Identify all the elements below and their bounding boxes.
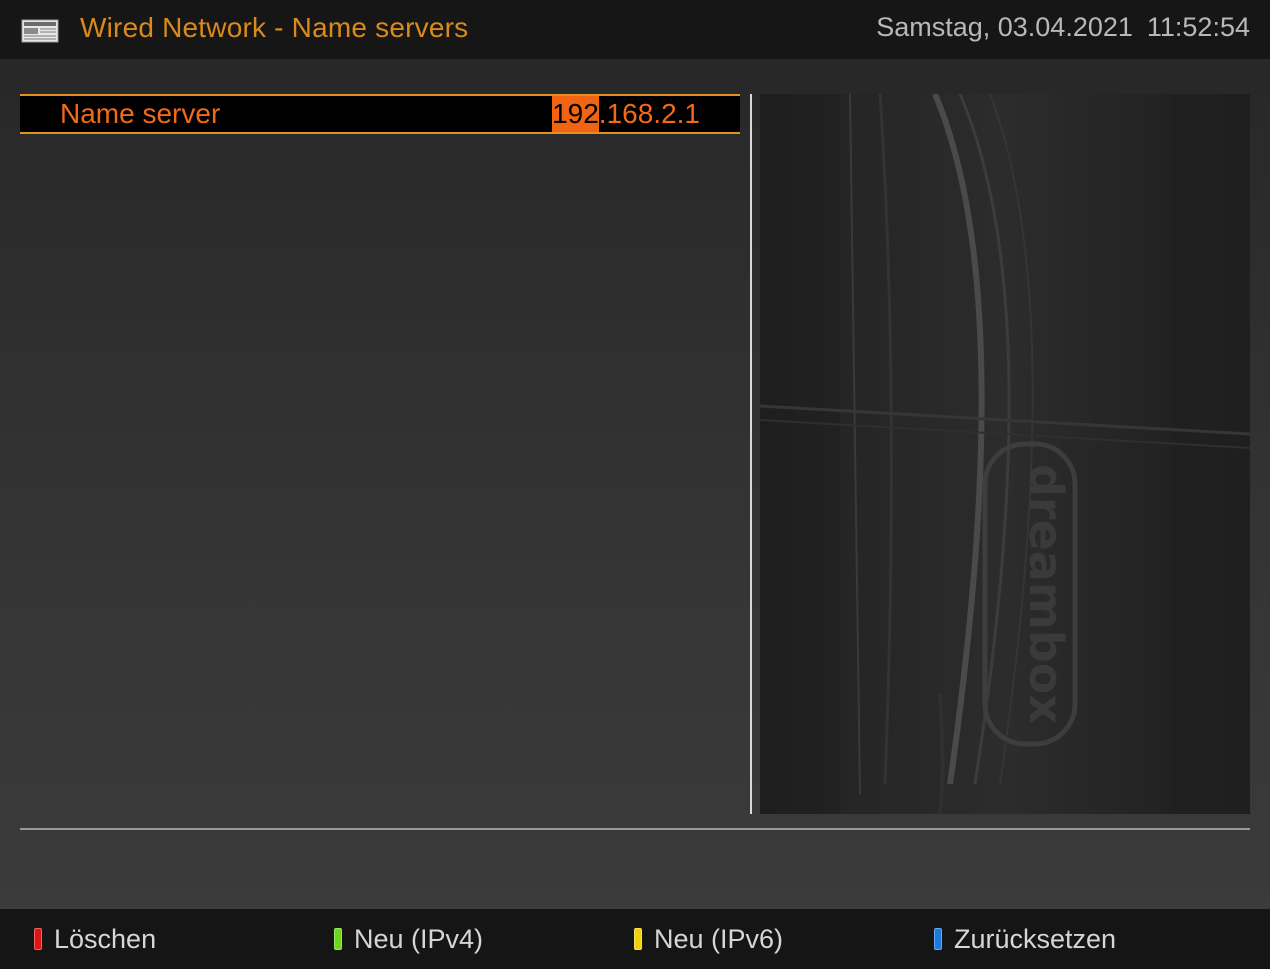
newspaper-icon: [21, 19, 59, 43]
list-item-name-server[interactable]: Name server 192 .168.2.1: [20, 94, 740, 134]
delete-button[interactable]: Löschen: [34, 909, 156, 969]
dreambox-device-image: dreambox: [760, 94, 1250, 814]
reset-button-label: Zurücksetzen: [954, 923, 1117, 954]
delete-button-label: Löschen: [54, 923, 157, 954]
new-ipv4-button-label: Neu (IPv4): [354, 923, 484, 954]
svg-text:dreambox: dreambox: [1019, 464, 1073, 724]
name-server-ip-input[interactable]: 192 .168.2.1: [552, 96, 700, 132]
device-illustration: dreambox: [760, 94, 1250, 814]
blue-key-icon: [934, 928, 942, 950]
date-text: Samstag, 03.04.2021: [876, 12, 1133, 42]
name-server-label: Name server: [60, 98, 221, 129]
name-server-list[interactable]: Name server 192 .168.2.1: [20, 94, 740, 814]
vertical-divider: [750, 94, 752, 814]
new-ipv4-button[interactable]: Neu (IPv4): [334, 909, 483, 969]
horizontal-divider: [20, 828, 1250, 830]
clock-text: 11:52:54: [1146, 12, 1250, 42]
page-title: Wired Network - Name servers: [80, 12, 469, 43]
new-ipv6-button[interactable]: Neu (IPv6): [634, 909, 783, 969]
new-ipv6-button-label: Neu (IPv6): [654, 923, 784, 954]
red-key-icon: [34, 928, 42, 950]
yellow-key-icon: [634, 928, 642, 950]
green-key-icon: [334, 928, 342, 950]
header-bar: Wired Network - Name servers Samstag, 03…: [0, 0, 1270, 59]
button-bar: Löschen Neu (IPv4) Neu (IPv6) Zurücksetz…: [0, 909, 1270, 969]
ip-cursor-segment[interactable]: 192: [552, 96, 599, 132]
date-time-display: Samstag, 03.04.2021 11:52:54: [876, 12, 1250, 43]
ip-remaining-segment[interactable]: .168.2.1: [599, 96, 700, 132]
reset-button[interactable]: Zurücksetzen: [934, 909, 1116, 969]
